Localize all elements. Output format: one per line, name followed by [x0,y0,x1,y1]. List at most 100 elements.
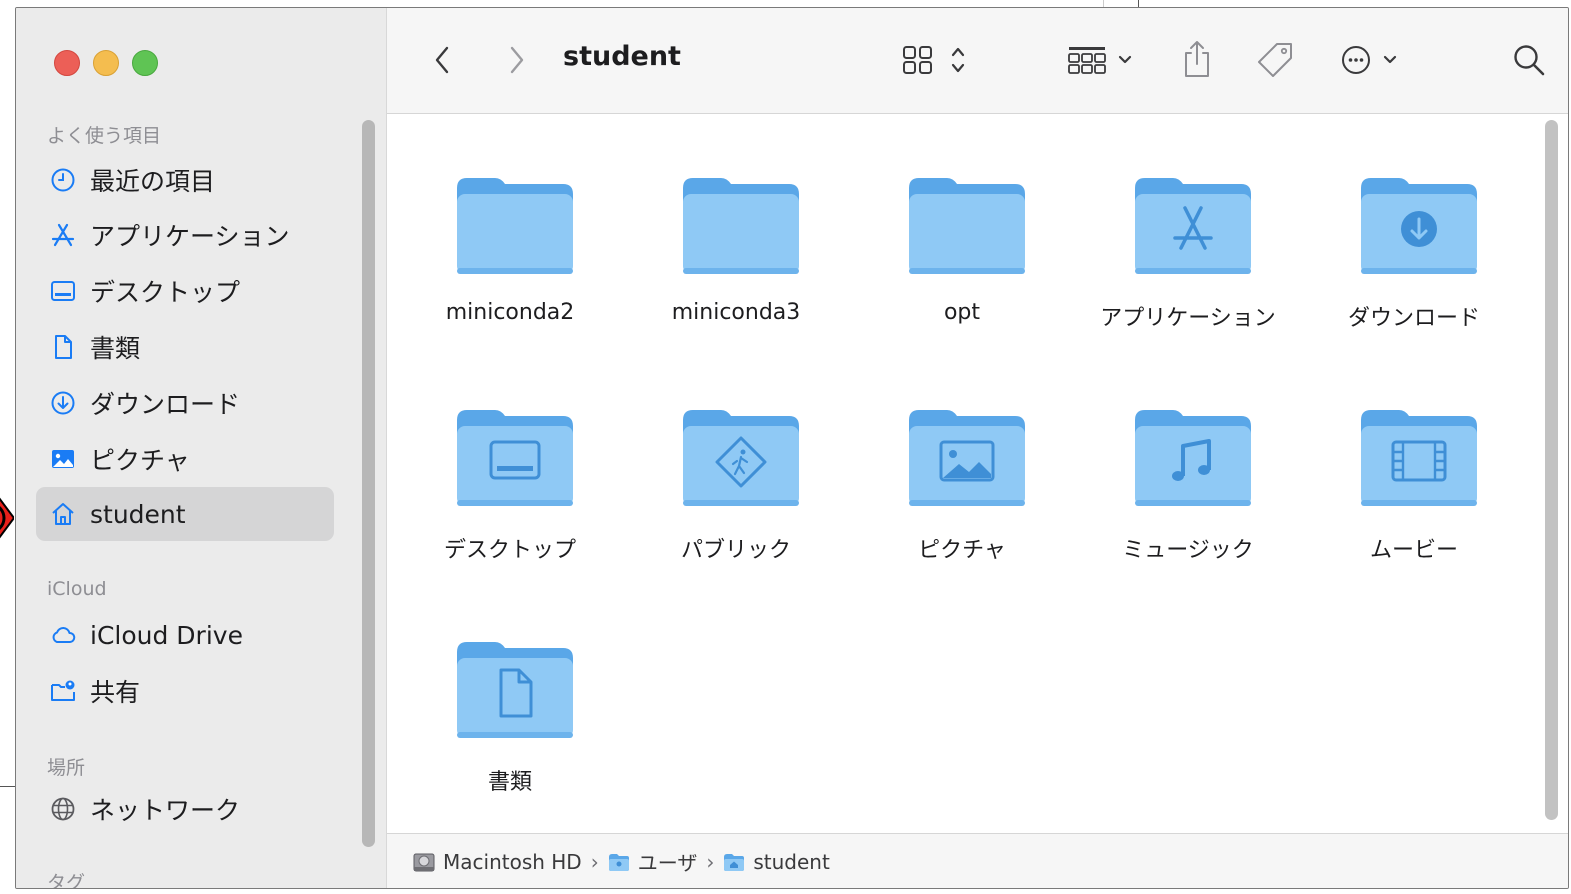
file-label: 書類 [487,770,532,795]
group-icon [1068,47,1132,74]
applications-icon [51,223,75,247]
sidebar-item-label: 共有 [90,678,141,707]
file-label: ムービー [1369,538,1458,563]
zoom-window-button[interactable] [132,50,158,76]
applications-folder-icon [1135,178,1251,274]
file-item-movies[interactable]: ムービー [1319,406,1509,606]
documents-folder-icon [457,642,573,738]
path-segment-label: student [753,849,830,874]
file-label: ピクチャ [918,538,1006,563]
movies-folder-icon [1361,410,1477,506]
file-item-pictures[interactable]: ピクチャ [867,406,1057,606]
file-label: miniconda3 [671,300,801,325]
sidebar-item-label: ダウンロード [90,390,241,419]
sidebar-scrollbar[interactable] [362,120,375,847]
sidebar-heading-icloud: iCloud [47,578,107,600]
finder-window: よく使う項目 最近の項目 アプリケーション デスクトップ 書類 ダウンロード ピ… [15,7,1569,889]
pictures-folder-icon [909,410,1025,506]
hard-drive-icon [413,853,435,871]
file-label: ダウンロード [1347,306,1480,331]
path-separator: › [706,849,715,874]
file-item-miniconda2[interactable]: miniconda2 [415,174,605,374]
annotation-marker-icon [0,497,14,539]
path-separator: › [590,849,599,874]
file-label: miniconda2 [445,300,575,325]
sidebar-heading-tags: タグ [47,872,86,889]
sidebar-item-label: 最近の項目 [90,167,216,196]
more-actions-button[interactable] [1337,40,1411,80]
folder-icon [457,178,573,274]
clock-icon [51,168,75,192]
path-segment-users[interactable]: ユーザ [608,847,698,876]
path-segment-label: Macintosh HD [443,849,582,874]
view-mode-button[interactable] [897,40,977,80]
window-title: student [563,41,681,72]
path-segment-student[interactable]: student [723,849,830,874]
file-grid: miniconda2 miniconda3 opt アプリケーション ダウンロー… [387,114,1568,832]
minimize-window-button[interactable] [93,50,119,76]
desktop-icon [51,281,75,301]
sidebar-item-label: 書類 [90,334,141,363]
sidebar-item-label: iCloud Drive [90,620,243,650]
folder-icon [909,178,1025,274]
toolbar: student [387,8,1568,114]
close-window-button[interactable] [54,50,80,76]
sidebar-heading-locations: 場所 [47,757,86,779]
file-label: ミュージック [1122,538,1254,563]
folder-icon [683,178,799,274]
sidebar-item-student[interactable]: student [36,487,334,541]
back-icon [435,46,449,74]
sidebar-item-label: ピクチャ [90,446,190,475]
sidebar-item-icloud-drive[interactable]: iCloud Drive [36,608,334,662]
background-window-edge-left [0,786,16,787]
sidebar-item-documents[interactable]: 書類 [36,320,334,374]
path-bar: Macintosh HD › ユーザ › student [387,833,1568,888]
file-label: パブリック [680,538,791,563]
sidebar-item-downloads[interactable]: ダウンロード [36,376,334,430]
sidebar-item-applications[interactable]: アプリケーション [36,208,334,262]
music-folder-icon [1135,410,1251,506]
file-item-miniconda3[interactable]: miniconda3 [641,174,831,374]
path-segment-macintosh-hd[interactable]: Macintosh HD [413,850,582,874]
downloads-folder-icon [1361,178,1477,274]
content-scrollbar[interactable] [1545,120,1558,820]
back-button[interactable] [427,40,457,80]
sidebar-item-desktop[interactable]: デスクトップ [36,264,334,318]
home-folder-icon [724,853,745,871]
file-label: アプリケーション [1100,306,1276,331]
sidebar-item-network[interactable]: ネットワーク [36,782,334,836]
sidebar-item-label: ネットワーク [90,796,241,825]
file-item-applications[interactable]: アプリケーション [1093,174,1283,374]
photo-icon [52,450,74,468]
sidebar-item-pictures[interactable]: ピクチャ [36,432,334,486]
sidebar-item-shared[interactable]: 共有 [36,664,334,718]
public-folder-icon [683,410,799,506]
download-icon [51,391,75,415]
desktop-folder-icon [457,410,573,506]
sidebar-item-label: アプリケーション [90,222,290,251]
path-segment-label: ユーザ [637,851,698,875]
file-item-public[interactable]: パブリック [641,406,831,606]
forward-icon [510,46,524,74]
cloud-icon [52,627,76,643]
sidebar-heading-favorites: よく使う項目 [47,125,162,147]
more-actions-icon [1342,46,1397,74]
network-globe-icon [51,797,75,821]
document-icon [55,335,72,359]
file-item-music[interactable]: ミュージック [1093,406,1283,606]
file-item-documents[interactable]: 書類 [415,638,605,838]
file-label: デスクトップ [443,538,576,563]
share-icon [1185,41,1209,77]
file-item-desktop[interactable]: デスクトップ [415,406,605,606]
sidebar-item-label: student [90,499,186,529]
tag-button[interactable] [1253,40,1297,80]
sidebar-item-recents[interactable]: 最近の項目 [36,153,334,207]
share-button[interactable] [1177,36,1217,82]
search-icon [1514,45,1545,76]
tag-icon [1258,43,1292,77]
group-button[interactable] [1063,40,1147,80]
search-button[interactable] [1509,40,1549,80]
file-item-downloads[interactable]: ダウンロード [1319,174,1509,374]
forward-button[interactable] [502,40,532,80]
file-item-opt[interactable]: opt [867,174,1057,374]
